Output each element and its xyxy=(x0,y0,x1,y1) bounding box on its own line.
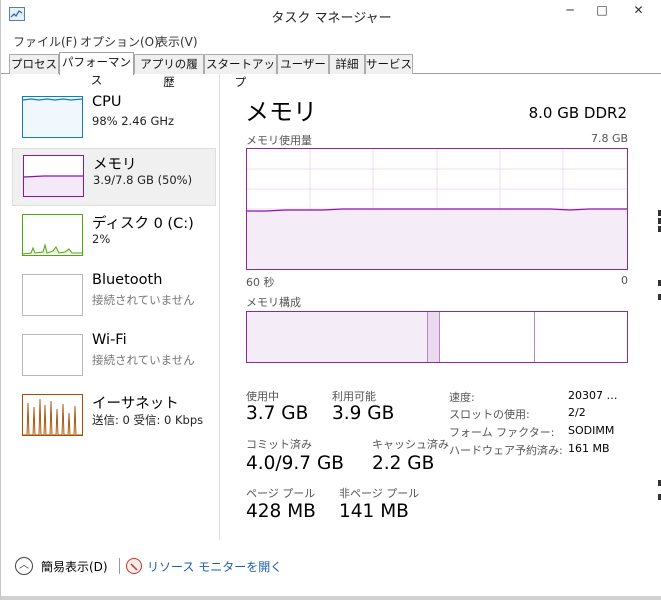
committed-value: 4.0/9.7 GB xyxy=(246,453,344,474)
slots-label: スロットの使用: xyxy=(449,408,530,421)
bluetooth-thumbnail-graph xyxy=(22,274,83,316)
usage-graph-label: メモリ使用量 xyxy=(246,134,312,147)
composition-in-use xyxy=(247,312,428,362)
resource-name: イーサネット xyxy=(92,396,179,412)
cached-value: 2.2 GB xyxy=(372,453,435,474)
resource-monitor-icon[interactable] xyxy=(126,558,142,574)
resource-detail: 接続されていません xyxy=(92,353,195,367)
tab-services[interactable]: サービス xyxy=(365,54,413,74)
close-button[interactable]: ✕ xyxy=(615,0,661,22)
tab-startup[interactable]: スタートアップ xyxy=(204,54,277,89)
hardware-reserved-label: ハードウェア予約済み: xyxy=(449,444,563,457)
window-bottom-border xyxy=(1,596,661,600)
resource-detail: 送信: 0 受信: 0 Kbps xyxy=(92,413,204,427)
hardware-reserved-value: 161 MB xyxy=(568,442,610,455)
composition-standby-divider xyxy=(534,312,535,362)
task-manager-window: タスク マネージャー ─ □ ✕ ファイル(F) オプション(O) 表示(V) … xyxy=(0,0,661,600)
resource-item-memory[interactable]: メモリ 3.9/7.8 GB (50%) xyxy=(12,148,216,206)
paged-pool-value: 428 MB xyxy=(246,501,316,522)
resource-detail: 接続されていません xyxy=(92,293,195,307)
title-bar[interactable]: タスク マネージャー ─ □ ✕ xyxy=(1,0,661,30)
usage-graph-max: 7.8 GB xyxy=(591,132,629,145)
speed-value: 20307 … xyxy=(568,389,618,402)
resource-name: Wi-Fi xyxy=(92,332,127,348)
tab-bar: プロセス パフォーマンス アプリの履歴 スタートアップ ユーザー 詳細 サービス xyxy=(1,52,661,89)
tab-users[interactable]: ユーザー xyxy=(277,54,329,74)
menu-file[interactable]: ファイル(F) xyxy=(13,33,77,50)
form-factor-value: SODIMM xyxy=(568,424,615,437)
memory-thumbnail-graph xyxy=(23,155,84,197)
resource-detail: 2% xyxy=(92,232,111,246)
footer-separator xyxy=(119,558,120,574)
in-use-value: 3.7 GB xyxy=(246,403,309,424)
resource-item-bluetooth[interactable]: Bluetooth 接続されていません xyxy=(12,268,216,326)
slots-value: 2/2 xyxy=(568,406,586,419)
resource-item-disk[interactable]: ディスク 0 (C:) 2% xyxy=(12,208,216,266)
resource-name: ディスク 0 (C:) xyxy=(92,216,194,232)
graph-axis-right: 0 xyxy=(621,274,628,287)
committed-label: コミット済み xyxy=(246,438,312,451)
wifi-thumbnail-graph xyxy=(22,334,83,376)
composition-modified xyxy=(428,312,440,362)
menu-bar: ファイル(F) オプション(O) 表示(V) xyxy=(1,30,661,52)
memory-usage-area xyxy=(247,209,627,269)
resource-list: CPU 98% 2.46 GHz メモリ 3.9/7.8 GB (50%) ディ… xyxy=(2,74,220,540)
menu-view[interactable]: 表示(V) xyxy=(156,33,198,50)
resource-name: Bluetooth xyxy=(92,272,163,288)
window-edge xyxy=(656,150,661,550)
cpu-thumbnail-graph xyxy=(22,96,83,138)
memory-usage-svg xyxy=(247,149,627,269)
composition-label: メモリ構成 xyxy=(246,296,301,309)
maximize-button[interactable]: □ xyxy=(587,0,617,22)
ethernet-thumbnail-graph xyxy=(22,394,83,436)
resource-item-wifi[interactable]: Wi-Fi 接続されていません xyxy=(12,328,216,386)
minimize-button[interactable]: ─ xyxy=(555,0,585,22)
nonpaged-pool-label: 非ページ プール xyxy=(339,487,420,500)
resource-item-ethernet[interactable]: イーサネット 送信: 0 受信: 0 Kbps xyxy=(12,388,216,446)
nonpaged-pool-value: 141 MB xyxy=(339,501,409,522)
memory-heading: メモリ xyxy=(245,98,317,126)
tab-processes[interactable]: プロセス xyxy=(9,54,59,74)
memory-composition-bar xyxy=(246,311,628,363)
resource-detail: 98% 2.46 GHz xyxy=(92,114,175,128)
tab-performance[interactable]: パフォーマンス xyxy=(59,52,134,87)
available-value: 3.9 GB xyxy=(332,403,395,424)
cached-label: キャッシュ済み xyxy=(372,438,449,451)
tab-details[interactable]: 詳細 xyxy=(329,54,365,74)
graph-axis-left: 60 秒 xyxy=(246,276,275,289)
disk-thumbnail-graph xyxy=(22,214,83,256)
tab-app-history[interactable]: アプリの履歴 xyxy=(134,54,204,89)
memory-spec: 8.0 GB DDR2 xyxy=(528,104,627,122)
available-label: 利用可能 xyxy=(332,390,376,403)
in-use-label: 使用中 xyxy=(246,390,279,403)
resource-name: メモリ xyxy=(93,157,137,173)
fewer-details-link[interactable]: 簡易表示(D) xyxy=(41,558,108,575)
menu-options[interactable]: オプション(O) xyxy=(80,33,159,50)
memory-usage-graph xyxy=(246,148,628,270)
resource-item-cpu[interactable]: CPU 98% 2.46 GHz xyxy=(12,90,216,148)
footer: ︿ 簡易表示(D) リソース モニターを開く xyxy=(1,548,661,588)
resource-detail: 3.9/7.8 GB (50%) xyxy=(93,173,193,187)
paged-pool-label: ページ プール xyxy=(246,487,316,500)
speed-label: 速度: xyxy=(449,391,475,404)
open-resource-monitor-link[interactable]: リソース モニターを開く xyxy=(147,558,282,575)
chevron-up-icon[interactable]: ︿ xyxy=(15,557,33,575)
form-factor-label: フォーム ファクター: xyxy=(449,426,555,439)
resource-name: CPU xyxy=(92,94,122,110)
